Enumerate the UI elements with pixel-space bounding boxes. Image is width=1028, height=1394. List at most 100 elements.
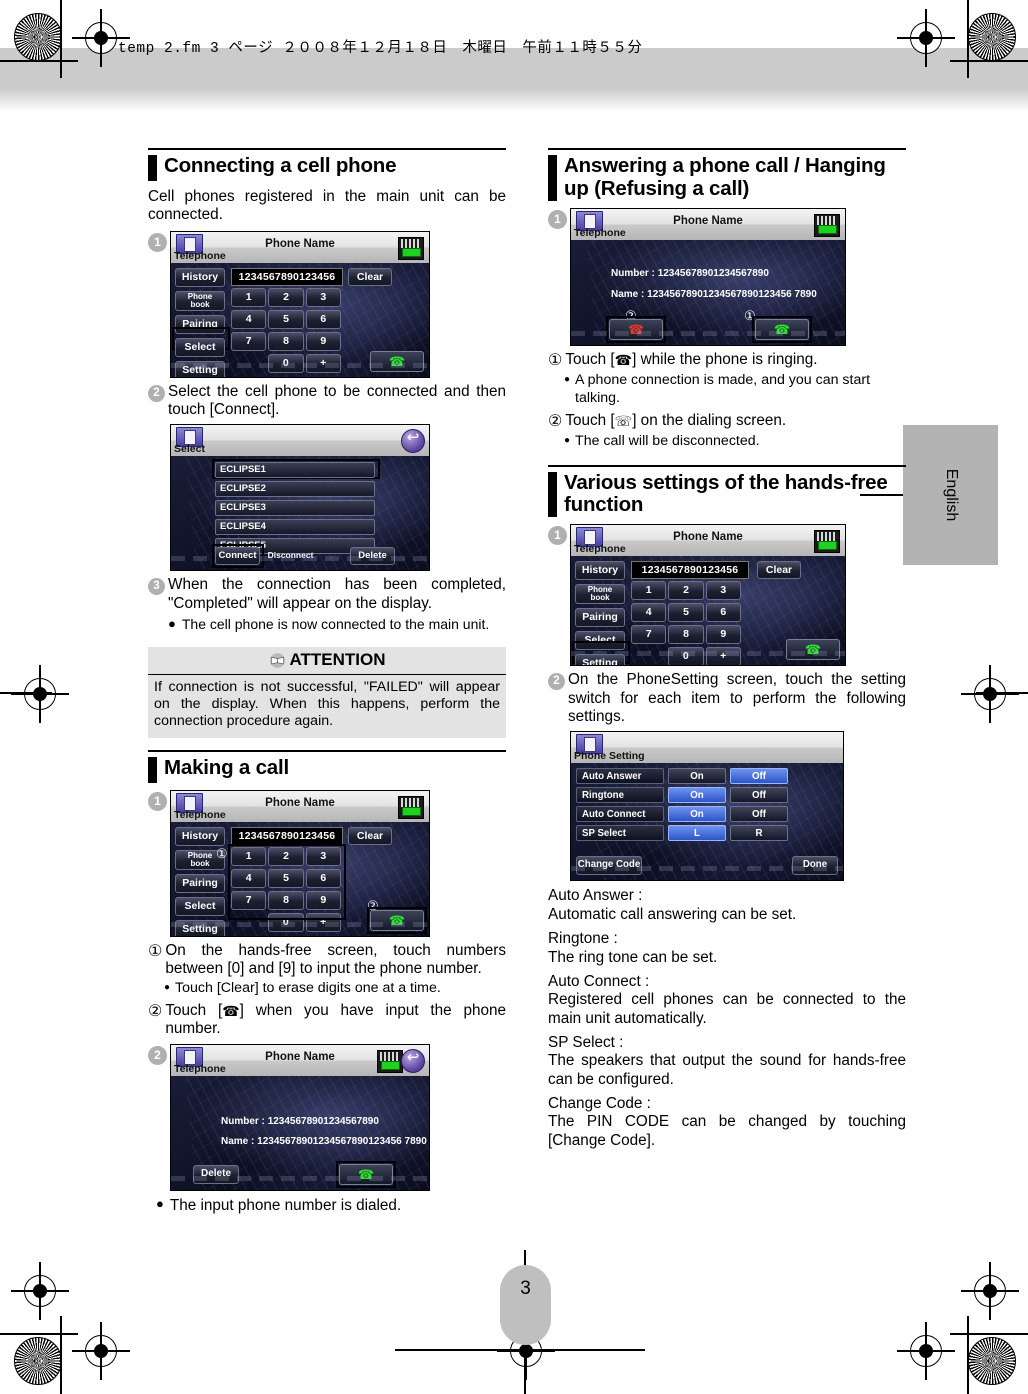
device-list: ECLIPSE1 ECLIPSE2 ECLIPSE3 ECLIPSE4 ECLI… [215, 462, 375, 557]
side-menu: History Phone book Pairing Select Setting [175, 826, 225, 936]
menu-pairing-button[interactable]: Pairing [575, 608, 625, 628]
list-item[interactable]: ECLIPSE2 [215, 481, 375, 498]
menu-phonebook-button[interactable]: Phone book [175, 290, 225, 311]
step-number: 2 [148, 384, 165, 402]
key-5[interactable]: 5 [668, 603, 704, 623]
setting-option-on[interactable]: On [668, 806, 726, 823]
bullet-text: The cell phone is now connected to the m… [181, 616, 490, 633]
call-button[interactable]: ☎ [370, 350, 424, 372]
signal-battery-icon [814, 530, 840, 554]
setting-option-r[interactable]: R [730, 825, 788, 842]
cstep-number: ② [148, 1002, 163, 1020]
call-button[interactable]: ☎ [786, 639, 840, 661]
screen-title: Phone Name [673, 214, 743, 227]
figure-select-screen: Select ECLIPSE1 ECLIPSE2 ECLIPSE3 ECLIPS… [170, 424, 506, 572]
handset-green-icon: ☎ [614, 351, 633, 368]
side-menu: History Phone book Pairing Select Setting [175, 267, 225, 377]
screen-body: ECLIPSE1 ECLIPSE2 ECLIPSE3 ECLIPSE4 ECLI… [171, 456, 429, 571]
list-item[interactable]: ECLIPSE4 [215, 519, 375, 536]
menu-history-button[interactable]: History [175, 826, 225, 846]
menu-setting-button[interactable]: Setting [175, 919, 225, 936]
key-plus[interactable]: + [705, 647, 741, 666]
menu-select-button[interactable]: Select [175, 896, 225, 916]
key-8[interactable]: 8 [668, 625, 704, 645]
trim-line-top-left-h [0, 60, 78, 62]
menu-phonebook-button[interactable]: Phone book [575, 584, 625, 605]
step-3-bullet: ● The cell phone is now connected to the… [168, 616, 506, 634]
clear-button[interactable]: Clear [757, 561, 801, 580]
setting-option-on[interactable]: On [668, 768, 726, 785]
change-code-button[interactable]: Change Code [576, 856, 642, 876]
menu-setting-button[interactable]: Setting [175, 360, 225, 377]
key-7[interactable]: 7 [631, 625, 667, 645]
key-1[interactable]: 1 [631, 581, 667, 601]
key-7[interactable]: 7 [231, 331, 267, 351]
key-0[interactable]: 0 [268, 353, 304, 373]
setting-option-on[interactable]: On [668, 787, 726, 804]
disconnect-button[interactable]: Disconnect [263, 547, 318, 565]
key-6[interactable]: 6 [305, 309, 341, 329]
clear-button[interactable]: Clear [348, 267, 392, 286]
delete-button[interactable]: Delete [193, 1164, 239, 1184]
key-8[interactable]: 8 [268, 331, 304, 351]
highlight-box-call [336, 1160, 396, 1188]
key-3[interactable]: 3 [305, 287, 341, 307]
figure-callout: 1 [148, 232, 167, 252]
menu-history-button[interactable]: History [575, 561, 625, 581]
setting-row-sp-select: SP Select L R [576, 825, 788, 842]
keypad-row: 123 [631, 581, 743, 601]
key-4[interactable]: 4 [631, 603, 667, 623]
setting-label: Ringtone [576, 787, 664, 804]
list-item[interactable]: ECLIPSE1 [215, 462, 375, 479]
key-5[interactable]: 5 [268, 309, 304, 329]
section-heading-making-call: Making a call [148, 749, 506, 783]
back-arrow-icon[interactable] [401, 1048, 425, 1073]
bullet-text: A phone connection is made, and you can … [575, 372, 871, 406]
definition-sp-select: SP Select : The speakers that output the… [548, 1034, 906, 1089]
step-number: 2 [548, 673, 565, 691]
setting-row-auto-connect: Auto Connect On Off [576, 806, 788, 823]
key-3[interactable]: 3 [705, 581, 741, 601]
key-plus[interactable]: + [305, 353, 341, 373]
clear-button[interactable]: Clear [348, 826, 392, 845]
key-1[interactable]: 1 [231, 287, 267, 307]
key-2[interactable]: 2 [668, 581, 704, 601]
device-screen-select: Select ECLIPSE1 ECLIPSE2 ECLIPSE3 ECLIPS… [170, 424, 430, 572]
menu-pairing-button[interactable]: Pairing [175, 873, 225, 893]
registration-mark-bottom-left [11, 1262, 69, 1320]
name-label: Name : [221, 1135, 255, 1147]
app-label: Telephone [574, 543, 626, 556]
connect-button[interactable]: Connect [215, 547, 261, 566]
header-gradient [0, 88, 1028, 112]
key-6[interactable]: 6 [705, 603, 741, 623]
settings-table: Auto Answer On Off Ringtone On Off Auto … [576, 768, 788, 844]
back-arrow-icon[interactable] [401, 428, 425, 454]
trim-line-mid-right [976, 692, 1028, 694]
attention-title: ATTENTION [148, 647, 506, 675]
app-label: Phone Setting [574, 750, 645, 763]
delete-button[interactable]: Delete [349, 547, 396, 566]
setting-label: SP Select [576, 825, 664, 842]
done-button[interactable]: Done [792, 856, 838, 876]
number-display: 1234567890123456 [631, 561, 749, 580]
key-9[interactable]: 9 [305, 331, 341, 351]
menu-history-button[interactable]: History [175, 267, 225, 287]
key-9[interactable]: 9 [705, 625, 741, 645]
figure-dialing-screen: 2 Telephone Phone Name Number : 12345678… [148, 1043, 506, 1191]
definition-desc: The speakers that output the sound for h… [548, 1052, 906, 1088]
menu-select-button[interactable]: Select [175, 337, 225, 357]
setting-option-off[interactable]: Off [730, 787, 788, 804]
setting-option-l[interactable]: L [668, 825, 726, 842]
screen-body: History Phone book Pairing Select Setting… [571, 556, 845, 666]
setting-option-off[interactable]: Off [730, 768, 788, 785]
key-2[interactable]: 2 [268, 287, 304, 307]
setting-label: Auto Answer [576, 768, 664, 785]
bullet-text: The input phone number is dialed. [169, 1196, 402, 1214]
keypad-row: 789 [631, 625, 743, 645]
setting-option-off[interactable]: Off [730, 806, 788, 823]
key-4[interactable]: 4 [231, 309, 267, 329]
menu-setting-button[interactable]: Setting [575, 654, 625, 666]
key-0[interactable]: 0 [668, 647, 704, 666]
list-item[interactable]: ECLIPSE3 [215, 500, 375, 517]
registration-mark-bottom-right [961, 1262, 1019, 1320]
